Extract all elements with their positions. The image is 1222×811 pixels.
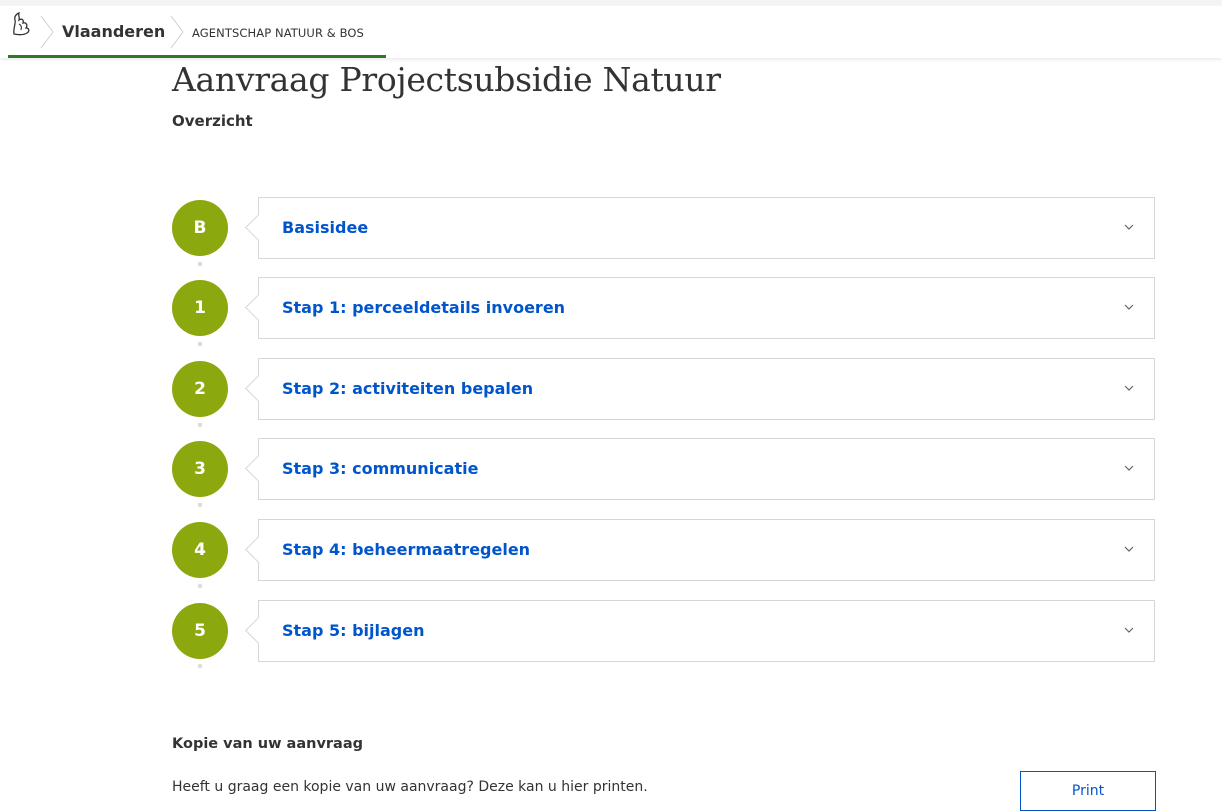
panel-pointer [245, 375, 272, 402]
step-badge: 3 [172, 441, 228, 497]
step-connector [198, 584, 202, 588]
step-title[interactable]: Stap 3: communicatie [282, 459, 478, 478]
brand-name-link[interactable]: Vlaanderen [62, 22, 165, 41]
chevron-down-icon[interactable] [1124, 627, 1134, 634]
step-badge: B [172, 200, 228, 256]
step-badge-text: B [193, 218, 207, 238]
chevron-down-icon[interactable] [1124, 224, 1134, 231]
header-divider [170, 16, 184, 48]
page-subtitle: Overzicht [172, 112, 253, 130]
agency-name-link[interactable]: AGENTSCHAP NATUUR & BOS [192, 26, 364, 40]
step-panel-stap-1[interactable]: Stap 1: perceeldetails invoeren [245, 277, 1155, 339]
chevron-down-icon[interactable] [1124, 304, 1134, 311]
panel-pointer [245, 455, 272, 482]
step-title[interactable]: Stap 5: bijlagen [282, 621, 425, 640]
panel-pointer [245, 294, 272, 321]
step-panel-stap-2[interactable]: Stap 2: activiteiten bepalen [245, 358, 1155, 420]
step-badge: 2 [172, 361, 228, 417]
step-connector [198, 503, 202, 507]
step-badge-text: 2 [194, 379, 206, 399]
panel-pointer [245, 214, 272, 241]
print-button[interactable]: Print [1020, 771, 1156, 811]
step-panel-basisidee[interactable]: Basisidee [245, 197, 1155, 259]
step-badge: 4 [172, 522, 228, 578]
copy-section-title: Kopie van uw aanvraag [172, 736, 363, 752]
chevron-down-icon[interactable] [1124, 546, 1134, 553]
step-badge-text: 3 [194, 459, 206, 479]
step-panel-stap-5[interactable]: Stap 5: bijlagen [245, 600, 1155, 662]
panel-pointer [245, 536, 272, 563]
step-panel-stap-3[interactable]: Stap 3: communicatie [245, 438, 1155, 500]
step-title[interactable]: Stap 2: activiteiten bepalen [282, 379, 533, 398]
chevron-down-icon[interactable] [1124, 385, 1134, 392]
chevron-down-icon[interactable] [1124, 465, 1134, 472]
step-panel-stap-4[interactable]: Stap 4: beheermaatregelen [245, 519, 1155, 581]
step-connector [198, 262, 202, 266]
step-badge-text: 4 [194, 540, 206, 560]
site-header: Vlaanderen AGENTSCHAP NATUUR & BOS [0, 0, 1222, 58]
step-title[interactable]: Basisidee [282, 218, 368, 237]
step-connector [198, 664, 202, 668]
flemish-lion-icon[interactable] [10, 12, 32, 36]
page-title: Aanvraag Projectsubsidie Natuur [172, 60, 721, 99]
header-top-strip [0, 0, 1222, 6]
step-badge-text: 5 [194, 621, 206, 641]
header-divider [40, 16, 54, 48]
step-connector [198, 342, 202, 346]
copy-section-text: Heeft u graag een kopie van uw aanvraag?… [172, 779, 648, 795]
step-title[interactable]: Stap 4: beheermaatregelen [282, 540, 530, 559]
step-title[interactable]: Stap 1: perceeldetails invoeren [282, 298, 565, 317]
step-connector [198, 423, 202, 427]
step-badge: 5 [172, 603, 228, 659]
panel-pointer [245, 617, 272, 644]
step-badge: 1 [172, 280, 228, 336]
header-accent-bar [8, 55, 386, 58]
step-badge-text: 1 [194, 298, 206, 318]
